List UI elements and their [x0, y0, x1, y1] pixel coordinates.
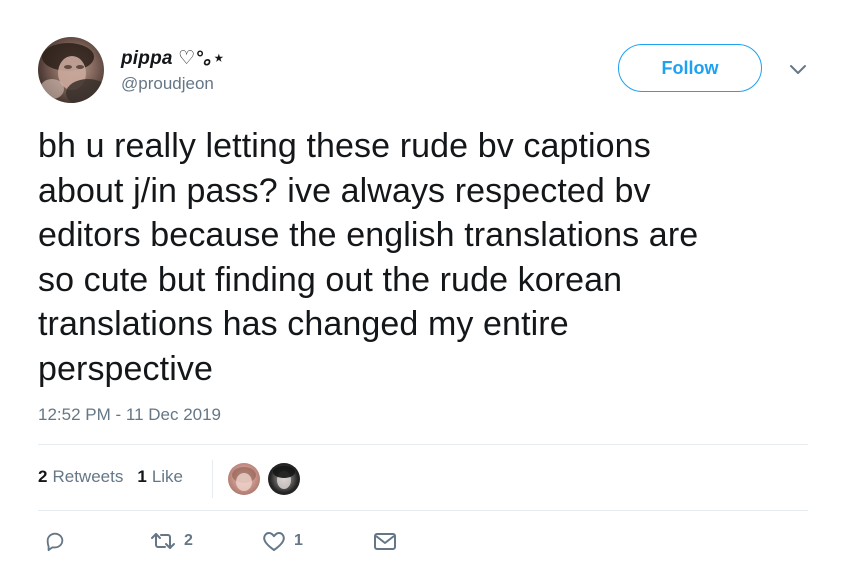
likes-count: 1 — [137, 467, 147, 486]
liker-avatar[interactable] — [228, 463, 260, 495]
retweet-icon — [150, 530, 176, 552]
chevron-down-icon[interactable] — [787, 60, 809, 80]
likes-stat[interactable]: 1 Like — [137, 467, 183, 487]
stats-divider — [212, 460, 213, 498]
tweet-text: bh u really letting these rude bv captio… — [38, 127, 699, 388]
like-count: 1 — [294, 532, 303, 549]
divider — [38, 444, 808, 445]
retweet-button[interactable]: 2 — [150, 530, 193, 552]
tweet-actions: 2 1 — [0, 530, 857, 560]
retweets-stat[interactable]: 2 Retweets — [38, 467, 123, 487]
tweet-card: pippa ♡°｡⋆ @proudjeon Follow bh u really… — [0, 0, 857, 579]
avatar[interactable] — [38, 37, 104, 103]
heart-icon — [262, 530, 286, 552]
retweet-count: 2 — [184, 532, 193, 549]
like-button[interactable]: 1 — [262, 530, 303, 552]
divider — [38, 510, 808, 511]
retweeter-avatar[interactable] — [268, 463, 300, 495]
avatar-image — [40, 43, 104, 103]
retweets-label: Retweets — [52, 467, 124, 486]
tweet-timestamp[interactable]: 12:52 PM - 11 Dec 2019 — [38, 405, 221, 425]
direct-message-button[interactable] — [373, 530, 397, 552]
likes-label: Like — [151, 467, 183, 486]
retweets-count: 2 — [38, 467, 48, 486]
follow-button[interactable]: Follow — [618, 44, 762, 92]
display-name[interactable]: pippa ♡°｡⋆ — [121, 43, 225, 70]
envelope-icon — [373, 530, 397, 552]
reply-button[interactable] — [44, 530, 66, 552]
user-handle[interactable]: @proudjeon — [121, 74, 214, 94]
reply-icon — [44, 530, 66, 552]
tweet-stats: 2 Retweets 1 Like — [38, 467, 197, 487]
